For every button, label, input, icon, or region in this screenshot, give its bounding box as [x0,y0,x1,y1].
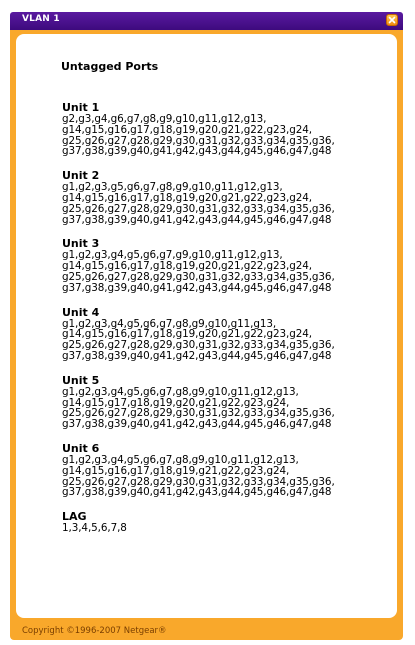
unit-block-6: Unit 6 g1,g2,g3,g4,g5,g6,g7,g8,g9,g10,g1… [62,442,392,498]
unit-ports: g1,g2,g3,g4,g5,g6,g7,g8,g9,g10,g11,g13, g… [62,317,335,362]
unit-ports: g1,g2,g3,g4,g5,g6,g7,g9,g10,g11,g12,g13,… [62,249,335,294]
unit-ports: g1,g2,g3,g4,g5,g6,g7,g8,g9,g10,g11,g12,g… [62,453,335,499]
unit-list: Unit 1 g2,g3,g4,g6,g7,g8,g9,g10,g11,g12,… [62,101,392,546]
unit-block-3: Unit 3 g1,g2,g3,g4,g5,g6,g7,g9,g10,g11,g… [62,237,392,293]
page-title: Untagged Ports [61,60,159,73]
close-icon [388,16,396,24]
window-frame: Untagged Ports Unit 1 g2,g3,g4,g6,g7,g8,… [10,30,403,640]
unit-block-1: Unit 1 g2,g3,g4,g6,g7,g8,g9,g10,g11,g12,… [62,101,392,157]
unit-ports: g1,g2,g3,g4,g5,g6,g7,g8,g9,g10,g11,g12,g… [62,385,335,431]
copyright-footer: Copyright ©1996-2007 Netgear® [22,626,167,636]
window-titlebar: VLAN 1 [10,12,403,30]
unit-ports: g2,g3,g4,g6,g7,g8,g9,g10,g11,g12,g13, g14… [62,113,335,158]
close-button[interactable] [386,14,398,26]
unit-block-4: Unit 4 g1,g2,g3,g4,g5,g6,g7,g8,g9,g10,g1… [62,306,392,362]
unit-ports: g1,g2,g3,g5,g6,g7,g8,g9,g10,g11,g12,g13,… [62,181,335,226]
unit-block-2: Unit 2 g1,g2,g3,g5,g6,g7,g8,g9,g10,g11,g… [62,169,392,225]
unit-ports: 1,3,4,5,6,7,8 [62,522,127,535]
popup-window: VLAN 1 Untagged Ports Unit 1 g2,g3,g4,g6… [0,0,415,645]
unit-block-5: Unit 5 g1,g2,g3,g4,g5,g6,g7,g8,g9,g10,g1… [62,374,392,430]
unit-label: Unit 4 [62,305,100,319]
window-title: VLAN 1 [22,14,60,24]
unit-label: Unit 6 [62,441,100,455]
unit-block-lag: LAG 1,3,4,5,6,7,8 [62,510,392,534]
content-panel: Untagged Ports Unit 1 g2,g3,g4,g6,g7,g8,… [16,34,397,618]
unit-label: Unit 5 [62,373,100,387]
